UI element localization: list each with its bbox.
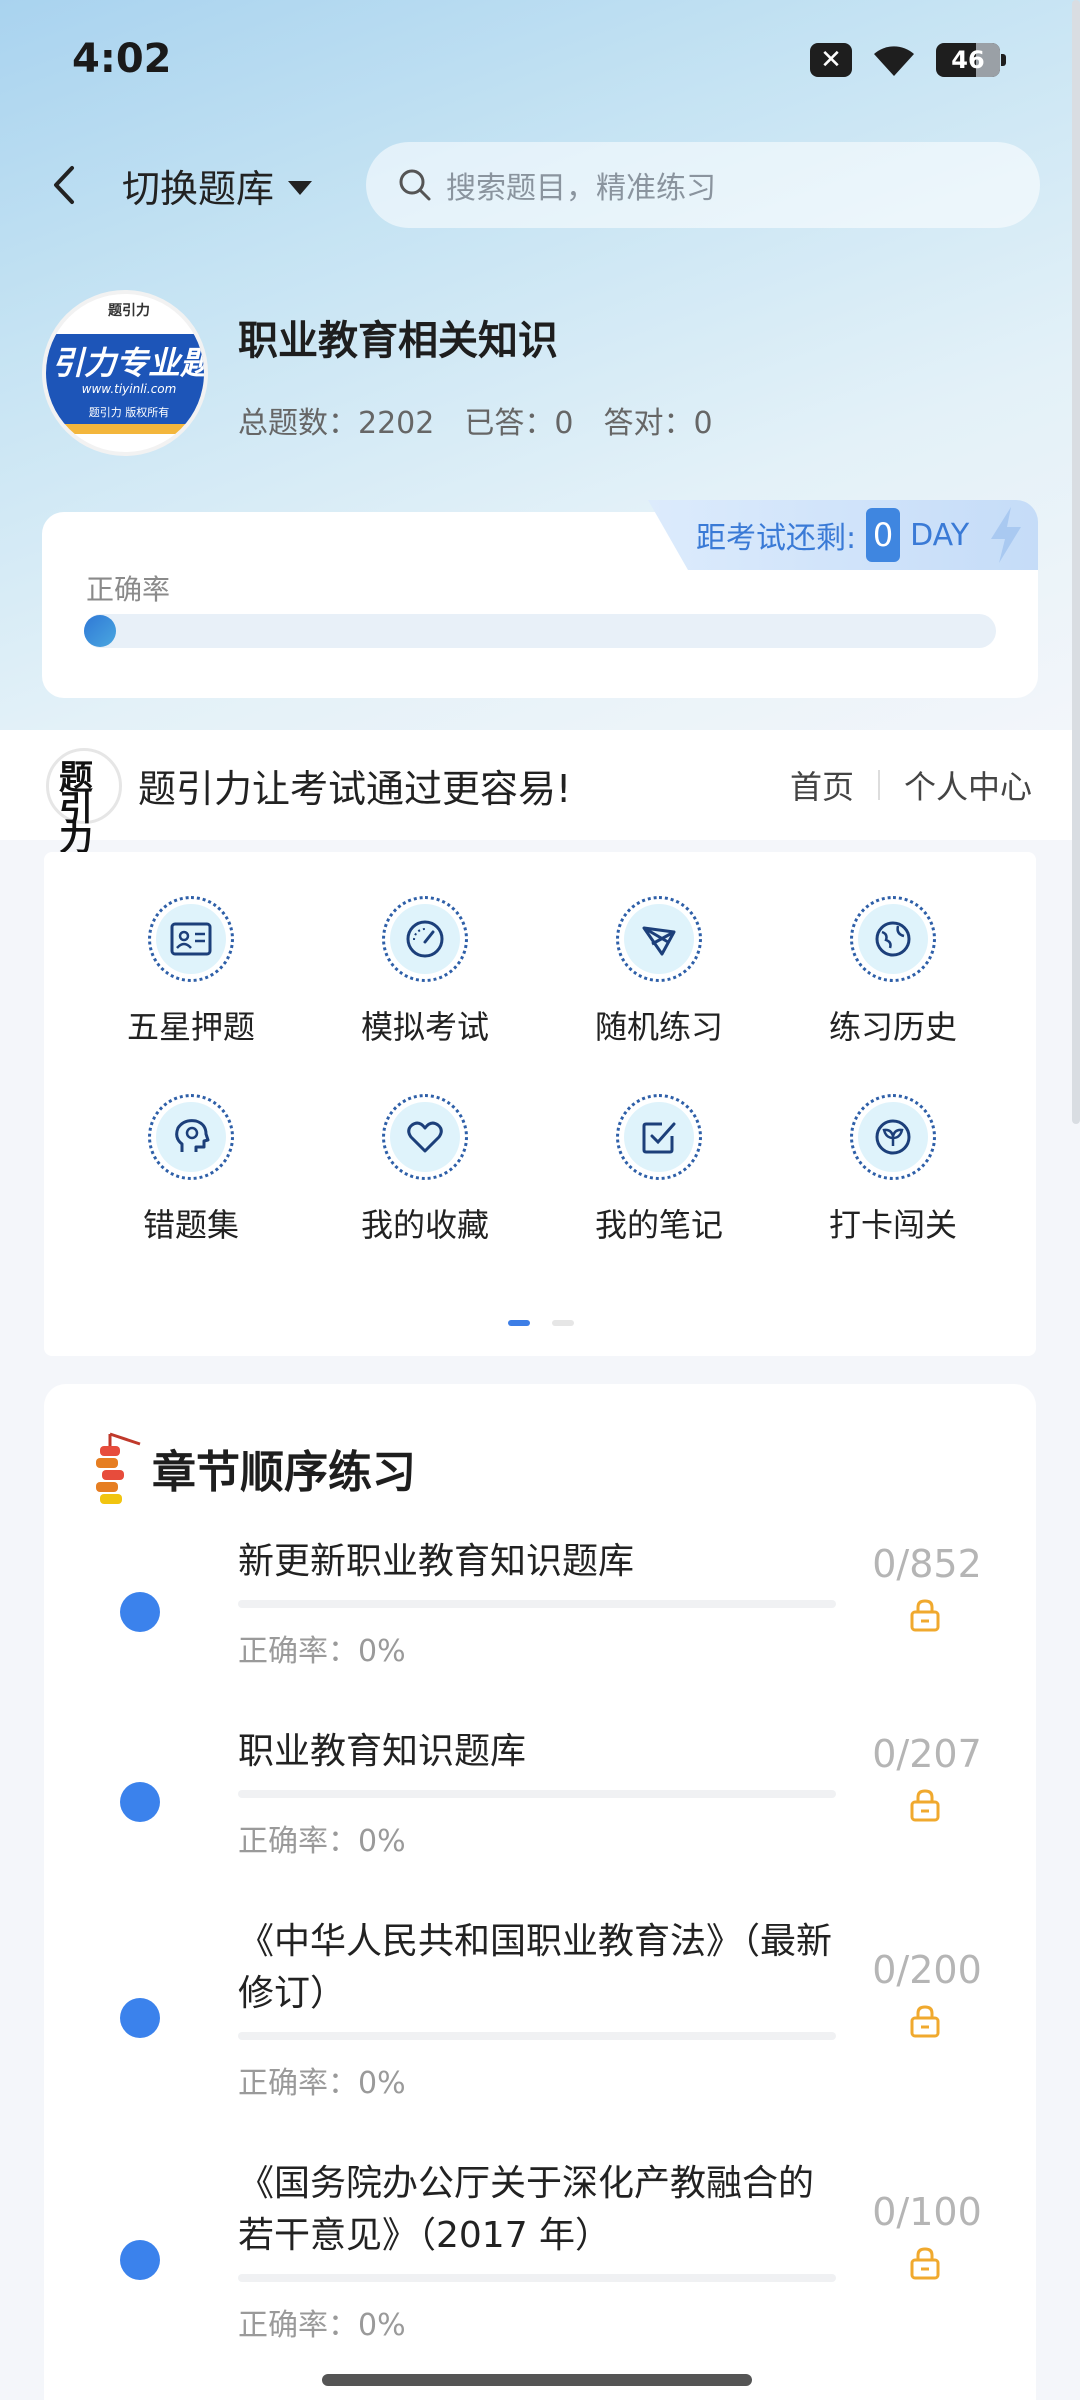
brand-nav: 首页 个人中心 xyxy=(790,762,1032,808)
countdown-unit: DAY xyxy=(910,517,970,553)
id-card-icon xyxy=(148,896,234,982)
battery-icon: 46 xyxy=(936,43,1006,77)
scrollbar[interactable] xyxy=(1072,0,1080,1124)
back-button[interactable] xyxy=(42,160,90,210)
search-icon xyxy=(399,169,431,201)
grid-pager xyxy=(508,1320,574,1326)
firecracker-icon xyxy=(96,1432,141,1504)
heart-icon xyxy=(382,1094,468,1180)
subject-stats: 总题数：2202 已答：0 答对：0 xyxy=(238,398,713,442)
shuffle-icon xyxy=(616,896,702,982)
chapter-item-4[interactable]: 《国务院办公厅关于深化产教融合的若干意见》（2017 年） 正确率：0% 0/1… xyxy=(44,2158,1036,2400)
chapter-header: 章节顺序练习 xyxy=(84,1424,416,1512)
caret-down-icon xyxy=(288,180,313,195)
func-wrong-questions[interactable]: 错题集 xyxy=(74,1094,308,1246)
speedometer-icon xyxy=(382,896,468,982)
chapter-progress-bar xyxy=(238,2274,836,2282)
chapter-count: 0/207 xyxy=(872,1732,982,1776)
chapter-accuracy: 正确率：0% xyxy=(238,2066,406,2101)
pager-dot[interactable] xyxy=(552,1320,574,1326)
subject-logo: 题引力 引力专业题 www.tiyinli.com 题引力 版权所有 xyxy=(42,290,208,456)
lock-icon xyxy=(910,1599,940,1632)
chapter-name: 新更新职业教育知识题库 xyxy=(238,1541,635,1582)
chapter-progress-bar xyxy=(238,2032,836,2040)
status-bar: 4:02 ✕ 46 xyxy=(0,0,1080,126)
notification-off-icon: ✕ xyxy=(810,43,852,77)
nav-profile-link[interactable]: 个人中心 xyxy=(904,762,1032,808)
subject-info: 题引力 引力专业题 www.tiyinli.com 题引力 版权所有 职业教育相… xyxy=(0,290,1080,460)
chapter-accuracy: 正确率：0% xyxy=(238,2308,406,2343)
chapter-accuracy: 正确率：0% xyxy=(238,1824,406,1859)
chapter-name: 《国务院办公厅关于深化产教融合的若干意见》（2017 年） xyxy=(238,2163,815,2256)
chapter-item-1[interactable]: 新更新职业教育知识题库 正确率：0% 0/852 xyxy=(44,1536,1036,1726)
brand-slogan: 题引力让考试通过更容易! xyxy=(138,767,572,811)
status-icons: ✕ 46 xyxy=(810,42,1006,78)
lightning-icon xyxy=(991,507,1022,563)
chapter-count: 0/200 xyxy=(872,1948,982,1992)
function-grid-card: 五星押题 模拟考试 随机练习 练习历史 错题集 我的收藏 我的笔记 打卡闯关 xyxy=(44,852,1036,1356)
pager-dot-active[interactable] xyxy=(508,1320,530,1326)
exam-countdown: 距考试还剩: 0 DAY xyxy=(648,500,1038,570)
lock-icon xyxy=(910,2005,940,2038)
top-nav: 切换题库 搜索题目，精准练习 xyxy=(0,140,1080,230)
chapter-name: 《中华人民共和国职业教育法》（最新修订） xyxy=(238,1921,833,2014)
accuracy-progress-bar xyxy=(84,614,996,648)
wifi-icon xyxy=(870,42,918,78)
function-grid: 五星押题 模拟考试 随机练习 练习历史 错题集 我的收藏 我的笔记 打卡闯关 xyxy=(44,896,1036,1246)
correct-count: 答对：0 xyxy=(603,406,713,441)
total-count: 总题数：2202 xyxy=(238,406,435,441)
func-checkin-challenge[interactable]: 打卡闯关 xyxy=(776,1094,1010,1246)
globe-icon xyxy=(850,896,936,982)
brand-bar: 题引力 题引力让考试通过更容易! 首页 个人中心 xyxy=(0,730,1080,856)
battery-level: 46 xyxy=(951,46,985,74)
logo-foot-text: 题引力 版权所有 xyxy=(88,406,170,419)
logo-top-text: 题引力 xyxy=(108,303,150,319)
func-notes[interactable]: 我的笔记 xyxy=(542,1094,776,1246)
chapter-title: 章节顺序练习 xyxy=(152,1447,416,1498)
head-icon xyxy=(148,1094,234,1180)
chevron-left-icon xyxy=(54,166,74,204)
chapter-status-dot xyxy=(120,1998,160,2038)
switch-bank-button[interactable]: 切换题库 xyxy=(122,158,313,213)
chapter-count: 0/100 xyxy=(872,2190,982,2234)
lock-icon xyxy=(910,2247,940,2280)
lock-icon xyxy=(910,1789,940,1822)
nav-home-link[interactable]: 首页 xyxy=(790,762,854,808)
chapter-status-dot xyxy=(120,1782,160,1822)
home-indicator[interactable] xyxy=(322,2374,752,2386)
subject-title: 职业教育相关知识 xyxy=(238,318,558,364)
func-random-practice[interactable]: 随机练习 xyxy=(542,896,776,1048)
countdown-value: 0 xyxy=(866,508,901,562)
chapter-name: 职业教育知识题库 xyxy=(238,1731,527,1772)
search-input[interactable]: 搜索题目，精准练习 xyxy=(366,142,1040,228)
accuracy-card: 距考试还剩: 0 DAY 正确率 xyxy=(42,500,1038,698)
func-five-star[interactable]: 五星押题 xyxy=(74,896,308,1048)
search-placeholder: 搜索题目，精准练习 xyxy=(446,171,716,206)
accuracy-label: 正确率 xyxy=(86,573,171,606)
logo-main-text: 引力专业题 xyxy=(51,344,208,382)
brand-logo: 题引力 xyxy=(46,748,122,856)
chapter-progress-bar xyxy=(238,1790,836,1798)
answered-count: 已答：0 xyxy=(464,406,574,441)
chapter-status-dot xyxy=(120,1592,160,1632)
chapter-item-3[interactable]: 《中华人民共和国职业教育法》（最新修订） 正确率：0% 0/200 xyxy=(44,1916,1036,2158)
chapter-count: 0/852 xyxy=(872,1542,982,1586)
func-favorites[interactable]: 我的收藏 xyxy=(308,1094,542,1246)
checkbox-icon xyxy=(616,1094,702,1180)
leaf-icon xyxy=(850,1094,936,1180)
switch-bank-label: 切换题库 xyxy=(122,167,275,211)
logo-url-text: www.tiyinli.com xyxy=(81,382,177,396)
status-time: 4:02 xyxy=(72,36,172,82)
chapter-accuracy: 正确率：0% xyxy=(238,1634,406,1669)
chapter-item-2[interactable]: 职业教育知识题库 正确率：0% 0/207 xyxy=(44,1726,1036,1916)
accuracy-progress-handle xyxy=(84,615,116,647)
countdown-label: 距考试还剩: xyxy=(696,521,857,556)
chapter-status-dot xyxy=(120,2240,160,2280)
chapter-practice-card: 章节顺序练习 新更新职业教育知识题库 正确率：0% 0/852 职业教育知识题库… xyxy=(44,1384,1036,2400)
func-practice-history[interactable]: 练习历史 xyxy=(776,896,1010,1048)
chapter-progress-bar xyxy=(238,1600,836,1608)
func-mock-exam[interactable]: 模拟考试 xyxy=(308,896,542,1048)
